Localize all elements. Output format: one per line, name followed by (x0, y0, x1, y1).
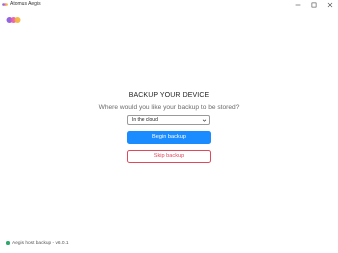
maximize-button[interactable] (306, 0, 322, 9)
begin-backup-button[interactable]: Begin backup (127, 131, 211, 144)
skip-backup-label: Skip backup (153, 153, 185, 159)
brand-logo (6, 17, 21, 23)
minimize-icon (295, 4, 301, 5)
backup-location-select[interactable]: In the cloud (127, 115, 210, 125)
close-button[interactable] (322, 0, 338, 9)
page-subtitle: Where would you like your backup to be s… (98, 104, 240, 111)
window-title: Atomus Aegis (10, 1, 41, 7)
app-window: Atomus Aegis BACKUP YOUR DEVICE Where wo… (0, 0, 338, 253)
app-logo-icon (2, 3, 8, 6)
title-bar: Atomus Aegis (0, 0, 338, 10)
maximize-icon (311, 2, 317, 7)
status-text: Aegis host backup - v6.0.1 (12, 240, 69, 246)
close-icon (327, 2, 333, 7)
page-title: BACKUP YOUR DEVICE (128, 92, 210, 99)
status-bar: Aegis host backup - v6.0.1 (6, 239, 69, 247)
skip-backup-button[interactable]: Skip backup (127, 150, 211, 163)
status-indicator (6, 241, 10, 245)
minimize-button[interactable] (290, 0, 306, 9)
backup-location-value: In the cloud (132, 117, 158, 123)
chevron-down-icon (202, 119, 207, 122)
begin-backup-label: Begin backup (152, 134, 186, 140)
